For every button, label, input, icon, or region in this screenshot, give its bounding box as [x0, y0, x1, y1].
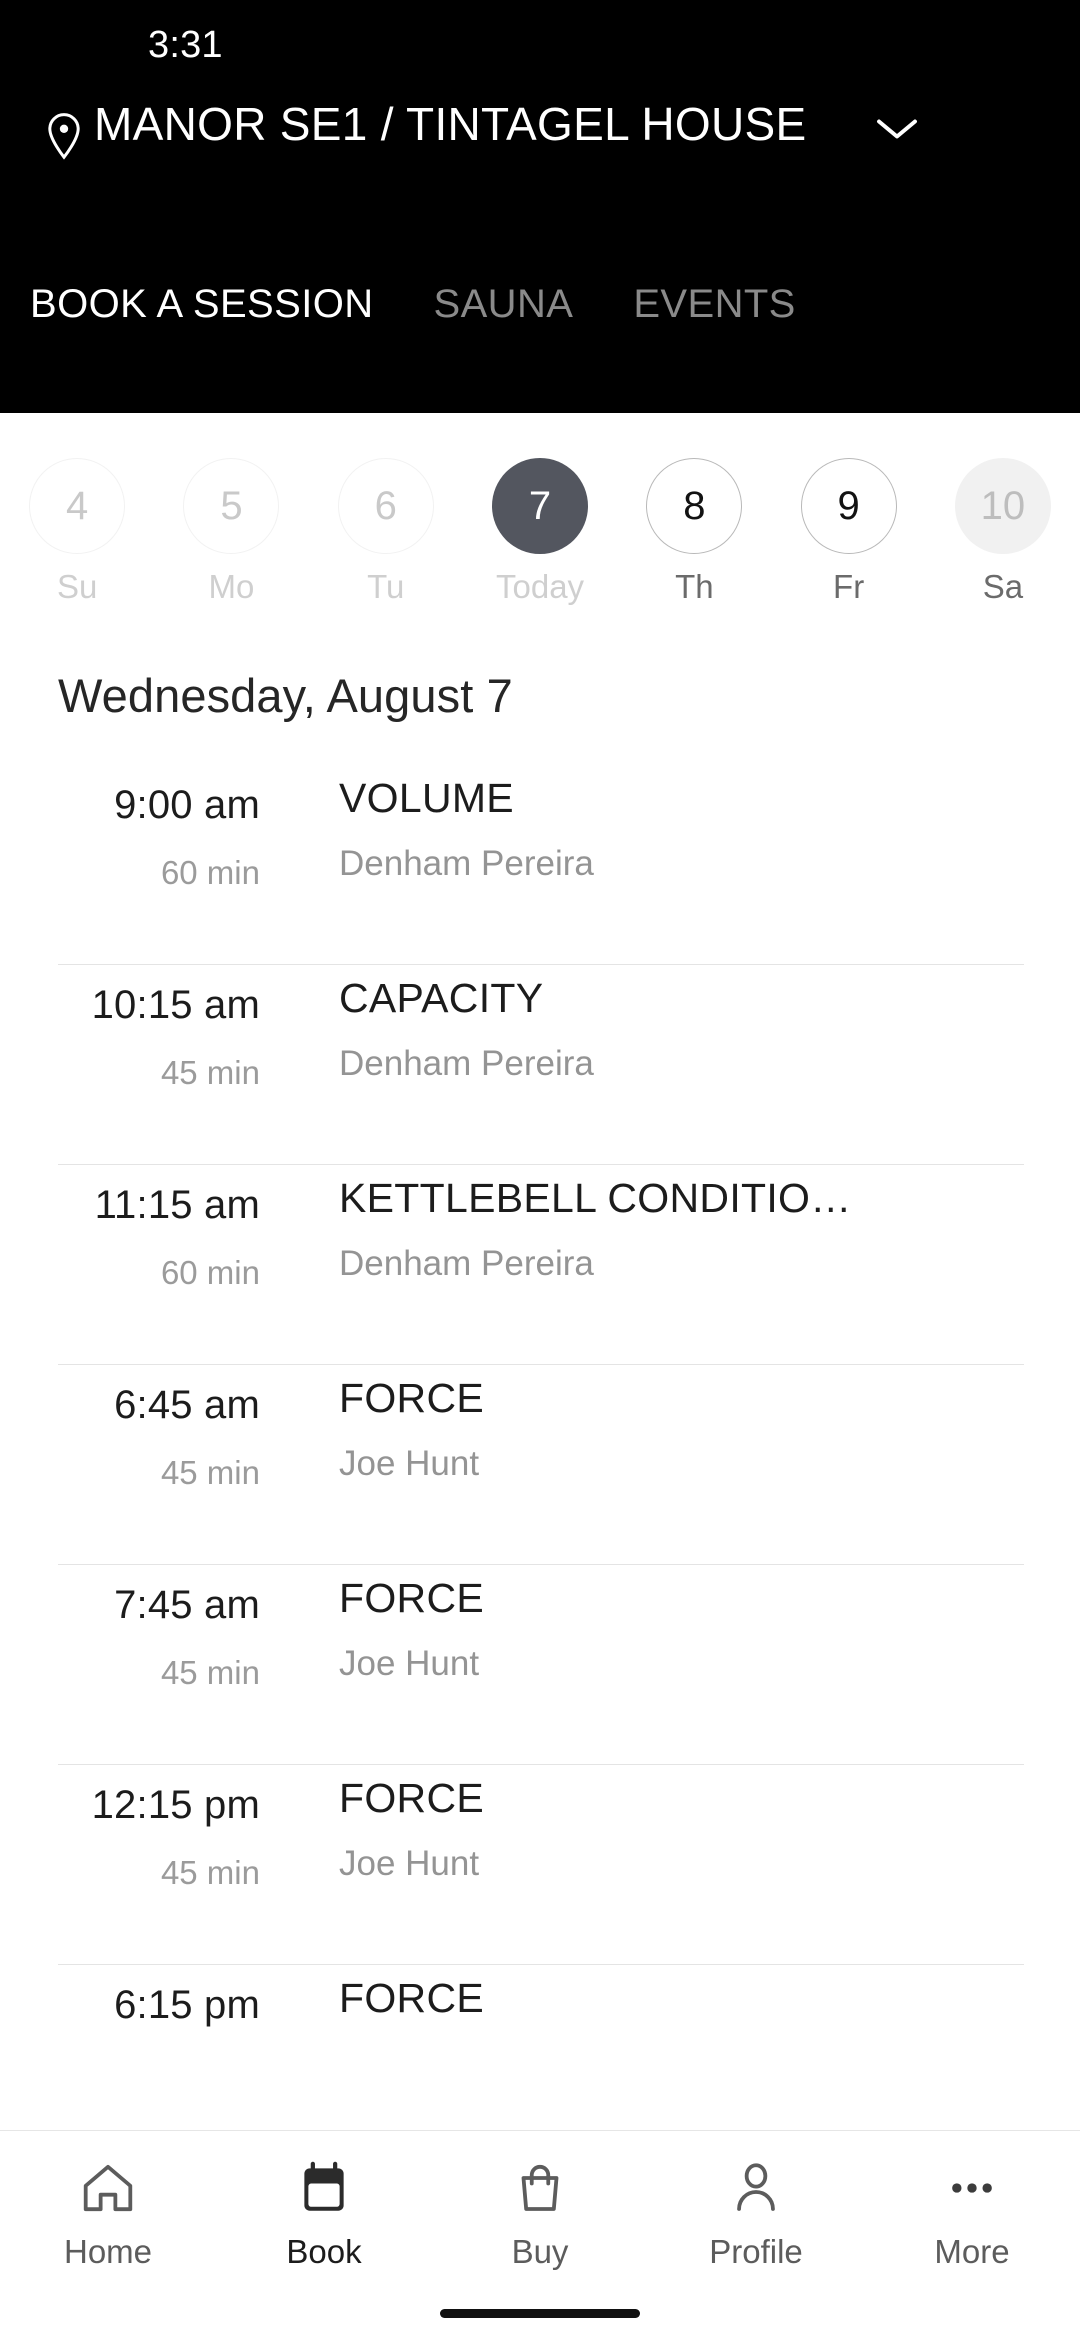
class-time-block: 11:15 am 60 min: [0, 1165, 280, 1292]
class-time-block: 12:15 pm 45 min: [0, 1765, 280, 1892]
class-name: FORCE: [339, 1775, 484, 1821]
date-cell-7-today[interactable]: 7 Today: [463, 458, 617, 606]
class-name: VOLUME: [339, 775, 514, 821]
chevron-down-icon[interactable]: [854, 90, 940, 142]
tab-book-a-session[interactable]: BOOK A SESSION: [30, 282, 434, 327]
date-weekday-10: Sa: [982, 568, 1024, 605]
class-instructor: Joe Hunt: [339, 1844, 480, 1883]
class-time-block: 9:00 am 60 min: [0, 765, 280, 892]
nav-item-profile[interactable]: Profile: [648, 2157, 864, 2271]
calendar-icon: [295, 2157, 353, 2219]
class-row[interactable]: 11:15 am 60 min KETTLEBELL CONDITIO… Den…: [0, 1165, 1080, 1365]
class-name: FORCE: [339, 1975, 484, 2021]
class-info-block: CAPACITY Denham Pereira: [280, 965, 1080, 1084]
location-pin-icon: [34, 90, 94, 162]
class-name: KETTLEBELL CONDITIO…: [339, 1175, 852, 1221]
class-start-time: 7:45 am: [114, 1583, 260, 1627]
class-info-block: FORCE: [280, 1965, 1080, 2044]
date-cell-8[interactable]: 8 Th: [617, 458, 771, 606]
bottom-navigation: Home Book Buy Profile More: [0, 2130, 1080, 2340]
date-number-8[interactable]: 8: [646, 458, 743, 554]
class-duration: 60 min: [160, 1254, 260, 1291]
nav-label-profile: Profile: [709, 2233, 803, 2270]
status-bar: 3:31: [0, 0, 1080, 90]
class-name: FORCE: [339, 1575, 484, 1621]
class-time-block: 7:45 am 45 min: [0, 1565, 280, 1692]
app-screen: 3:31 MANOR SE1 / TINTAGEL HOUSE BOOK A S…: [0, 0, 1080, 2340]
class-instructor: Denham Pereira: [339, 1244, 594, 1283]
person-icon: [727, 2157, 785, 2219]
date-cell-5[interactable]: 5 Mo: [154, 458, 308, 606]
ellipsis-icon: [943, 2157, 1001, 2219]
date-number-10[interactable]: 10: [954, 458, 1051, 554]
date-cell-10[interactable]: 10 Sa: [926, 458, 1080, 606]
class-instructor: Denham Pereira: [339, 844, 594, 883]
class-duration: 45 min: [160, 1454, 260, 1491]
class-info-block: FORCE Joe Hunt: [280, 1765, 1080, 1884]
class-time-block: 6:15 pm: [0, 1965, 280, 2054]
class-info-block: FORCE Joe Hunt: [280, 1365, 1080, 1484]
class-instructor: Denham Pereira: [339, 1044, 594, 1083]
nav-item-home[interactable]: Home: [0, 2157, 216, 2271]
tab-events[interactable]: EVENTS: [633, 282, 855, 327]
nav-label-buy: Buy: [511, 2233, 569, 2270]
class-start-time: 11:15 am: [94, 1183, 260, 1227]
class-duration: 45 min: [160, 1054, 260, 1091]
class-duration: 45 min: [160, 1854, 260, 1891]
nav-item-book[interactable]: Book: [216, 2157, 432, 2271]
class-info-block: KETTLEBELL CONDITIO… Denham Pereira: [280, 1165, 1080, 1284]
class-row[interactable]: 9:00 am 60 min VOLUME Denham Pereira: [0, 765, 1080, 965]
nav-label-more: More: [934, 2233, 1010, 2270]
date-weekday-8: Th: [675, 568, 714, 605]
class-time-block: 10:15 am 45 min: [0, 965, 280, 1092]
home-indicator-bar: [440, 2309, 640, 2318]
class-info-block: FORCE Joe Hunt: [280, 1565, 1080, 1684]
nav-item-buy[interactable]: Buy: [432, 2157, 648, 2271]
date-number-4[interactable]: 4: [29, 458, 126, 554]
date-weekday-5: Mo: [208, 568, 255, 605]
date-weekday-7: Today: [496, 568, 585, 605]
class-row[interactable]: 7:45 am 45 min FORCE Joe Hunt: [0, 1565, 1080, 1765]
date-number-7[interactable]: 7: [492, 458, 589, 554]
header-tabs: BOOK A SESSION SAUNA EVENTS: [0, 240, 1080, 327]
class-list[interactable]: 9:00 am 60 min VOLUME Denham Pereira 10:…: [0, 723, 1080, 2235]
class-start-time: 9:00 am: [114, 783, 260, 827]
date-weekday-4: Su: [56, 568, 98, 605]
class-row[interactable]: 10:15 am 45 min CAPACITY Denham Pereira: [0, 965, 1080, 1165]
class-start-time: 12:15 pm: [91, 1783, 260, 1827]
bag-icon: [511, 2157, 569, 2219]
status-bar-clock: 3:31: [148, 23, 223, 66]
date-weekday-6: Tu: [367, 568, 405, 605]
date-cell-4[interactable]: 4 Su: [0, 458, 154, 606]
class-name: FORCE: [339, 1375, 484, 1421]
class-start-time: 6:45 am: [114, 1383, 260, 1427]
nav-item-more[interactable]: More: [864, 2157, 1080, 2271]
date-strip[interactable]: 4 Su 5 Mo 6 Tu 7 Today 8 Th 9 Fr 10 Sa: [0, 413, 1080, 628]
venue-selector[interactable]: MANOR SE1 / TINTAGEL HOUSE: [0, 90, 1080, 240]
app-header: 3:31 MANOR SE1 / TINTAGEL HOUSE BOOK A S…: [0, 0, 1080, 413]
class-instructor: Joe Hunt: [339, 1644, 480, 1683]
nav-label-home: Home: [63, 2233, 153, 2270]
class-instructor: Joe Hunt: [339, 1444, 480, 1483]
home-icon: [79, 2157, 137, 2219]
date-number-6[interactable]: 6: [337, 458, 434, 554]
class-duration: 60 min: [160, 854, 260, 891]
class-row[interactable]: 6:45 am 45 min FORCE Joe Hunt: [0, 1365, 1080, 1565]
class-name: CAPACITY: [339, 975, 544, 1021]
nav-label-book: Book: [286, 2233, 362, 2270]
class-row[interactable]: 12:15 pm 45 min FORCE Joe Hunt: [0, 1765, 1080, 1965]
class-duration: 45 min: [160, 1654, 260, 1691]
date-cell-6[interactable]: 6 Tu: [309, 458, 463, 606]
date-number-5[interactable]: 5: [183, 458, 280, 554]
class-start-time: 10:15 am: [91, 983, 260, 1027]
class-info-block: VOLUME Denham Pereira: [280, 765, 1080, 884]
class-start-time: 6:15 pm: [114, 1983, 260, 2027]
date-weekday-9: Fr: [833, 568, 865, 605]
venue-title: MANOR SE1 / TINTAGEL HOUSE: [94, 98, 807, 150]
tab-sauna[interactable]: SAUNA: [434, 282, 634, 327]
date-number-9[interactable]: 9: [800, 458, 897, 554]
schedule-day-heading: Wednesday, August 7: [58, 669, 513, 722]
date-cell-9[interactable]: 9 Fr: [771, 458, 925, 606]
class-time-block: 6:45 am 45 min: [0, 1365, 280, 1492]
